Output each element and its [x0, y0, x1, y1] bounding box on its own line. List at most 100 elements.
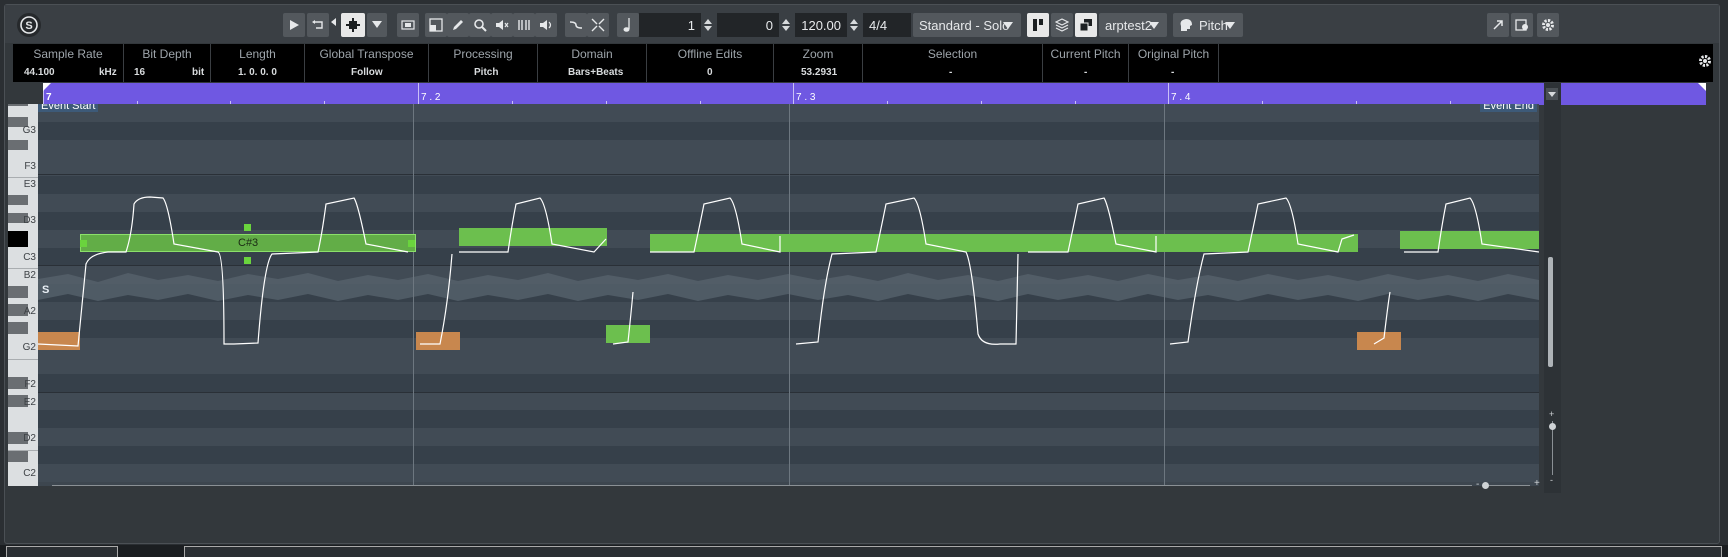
toolbar: S 1 0 120.00 4/4 Standard - Solo arptest…: [5, 5, 1719, 43]
curve-button[interactable]: [565, 13, 587, 37]
info-current-pitch[interactable]: Current Pitch -: [1043, 44, 1129, 82]
quantize-note-button[interactable]: [617, 13, 639, 37]
head-pitch-icon: [1180, 19, 1192, 31]
segments-button[interactable]: [425, 13, 447, 37]
zoom-button[interactable]: [469, 13, 491, 37]
info-label: Original Pitch: [1137, 47, 1210, 61]
vertical-scrollbar-thumb[interactable]: [1548, 257, 1553, 367]
numerator-field[interactable]: 1: [639, 13, 701, 37]
horizontal-zoom-track[interactable]: [1484, 485, 1530, 486]
info-selection[interactable]: Selection -: [863, 44, 1043, 82]
info-domain[interactable]: Domain Bars+Beats: [538, 44, 647, 82]
info-value: -: [1084, 67, 1088, 78]
info-value: Bars+Beats: [568, 67, 624, 78]
lower-tab-left[interactable]: [6, 546, 118, 557]
info-length[interactable]: Length 1. 0. 0. 0: [211, 44, 305, 82]
open-in-window-button[interactable]: [1487, 13, 1509, 37]
info-value: 0: [707, 67, 713, 78]
info-value: -: [1171, 67, 1175, 78]
magnifier-icon: [474, 19, 487, 32]
audition-button[interactable]: [535, 13, 557, 37]
range-tool-button[interactable]: [397, 13, 419, 37]
pitch-view-dropdown[interactable]: Pitch: [1173, 13, 1243, 37]
speaker-icon: [540, 20, 552, 30]
arrow-out-icon: [1493, 20, 1503, 30]
denominator-field[interactable]: 0: [717, 13, 779, 37]
pencil-icon: [453, 20, 463, 30]
tempo-field[interactable]: 120.00: [795, 13, 847, 37]
chevron-down-icon: [372, 21, 382, 28]
segment-marker-label: S: [42, 284, 50, 296]
piano-keyboard[interactable]: G3 F3 E3 D3 C3 B2 A2 G2 F2 E2 D2 C2: [8, 104, 38, 486]
info-value: -: [949, 67, 953, 78]
small-left-arrow-icon[interactable]: [331, 18, 336, 26]
chevron-down-icon: [1225, 22, 1235, 29]
gear-icon: [1699, 55, 1711, 67]
info-label: Current Pitch: [1050, 47, 1121, 61]
draw-button[interactable]: [447, 13, 469, 37]
info-offline-edits[interactable]: Offline Edits 0: [647, 44, 774, 82]
audio-file-dropdown[interactable]: arptest2: [1099, 13, 1167, 37]
lower-tab-right[interactable]: [184, 546, 1722, 557]
key-label: F3: [24, 161, 36, 172]
play-button[interactable]: [283, 13, 305, 37]
key-label: E2: [23, 397, 36, 408]
info-bit-depth[interactable]: Bit Depth 16 bit: [124, 44, 211, 82]
warp-button[interactable]: [513, 13, 535, 37]
numerator-spinner[interactable]: [701, 13, 715, 37]
pitch-curve: [38, 196, 1539, 347]
horizontal-zoom-handle[interactable]: [1482, 482, 1489, 489]
info-global-transpose[interactable]: Global Transpose Follow: [305, 44, 429, 82]
settings-button[interactable]: [1537, 13, 1559, 37]
key-label: D3: [23, 215, 36, 226]
mute-button[interactable]: [491, 13, 513, 37]
loop-button[interactable]: [307, 13, 329, 37]
info-sample-rate[interactable]: Sample Rate 44.100 kHz: [13, 44, 124, 82]
info-zoom[interactable]: Zoom 53.2931: [774, 44, 863, 82]
denominator-spinner[interactable]: [779, 13, 793, 37]
ruler[interactable]: 7 7 . 2 7 . 3 7 . 4: [43, 83, 1706, 105]
info-line-settings[interactable]: [1698, 54, 1712, 73]
info-processing[interactable]: Processing Pitch: [429, 44, 538, 82]
tool-dropdown[interactable]: [367, 13, 387, 37]
solo-editor-button[interactable]: S: [17, 13, 41, 37]
range-icon: [401, 20, 415, 30]
info-label: Sample Rate: [33, 47, 103, 61]
view-toggle-1[interactable]: [1027, 13, 1049, 37]
key-label: G2: [22, 342, 36, 353]
chevron-down-icon: [1149, 22, 1159, 29]
view-toggle-3[interactable]: [1075, 13, 1097, 37]
event-end-label: Event End: [1480, 104, 1537, 112]
segments-icon: [429, 18, 443, 32]
signature-field[interactable]: 4/4: [863, 13, 911, 37]
event-end-marker-icon[interactable]: [1698, 83, 1706, 91]
playback-mode-dropdown[interactable]: Standard - Solo: [913, 13, 1021, 37]
key-label: D2: [23, 433, 36, 444]
zoom-menu-icon[interactable]: [1546, 88, 1558, 100]
gear-icon: [1542, 19, 1554, 31]
ruler-bar-label: 7: [46, 92, 52, 103]
info-original-pitch[interactable]: Original Pitch -: [1129, 44, 1219, 82]
info-label: Bit Depth: [142, 47, 192, 61]
vertical-zoom-handle[interactable]: [1549, 423, 1556, 430]
key-label: F2: [24, 379, 36, 390]
window-settings-icon: [1515, 19, 1528, 31]
selection-tool-icon: [346, 18, 360, 32]
vertical-zoom-minus[interactable]: -: [1550, 475, 1553, 485]
setup-window-button[interactable]: [1511, 13, 1533, 37]
horizontal-zoom-plus[interactable]: +: [1534, 478, 1540, 489]
pitch-editor-canvas[interactable]: C#3 Event Start Event End S: [38, 104, 1539, 486]
horizontal-zoom-minus[interactable]: -: [1476, 479, 1479, 490]
speaker-mute-icon: [496, 20, 509, 30]
info-label: Selection: [927, 47, 978, 61]
vertical-zoom-plus[interactable]: +: [1549, 409, 1554, 419]
object-selection-tool[interactable]: [341, 13, 365, 37]
snap-button[interactable]: [587, 13, 609, 37]
view-toggle-2[interactable]: [1051, 13, 1073, 37]
info-value: 53.2931: [801, 67, 838, 78]
horizontal-scroll-track[interactable]: [52, 485, 1472, 486]
event-start-marker-icon[interactable]: [43, 83, 51, 91]
s-logo-icon: S: [20, 16, 38, 34]
key-label: G3: [22, 125, 36, 136]
tempo-spinner[interactable]: [847, 13, 861, 37]
